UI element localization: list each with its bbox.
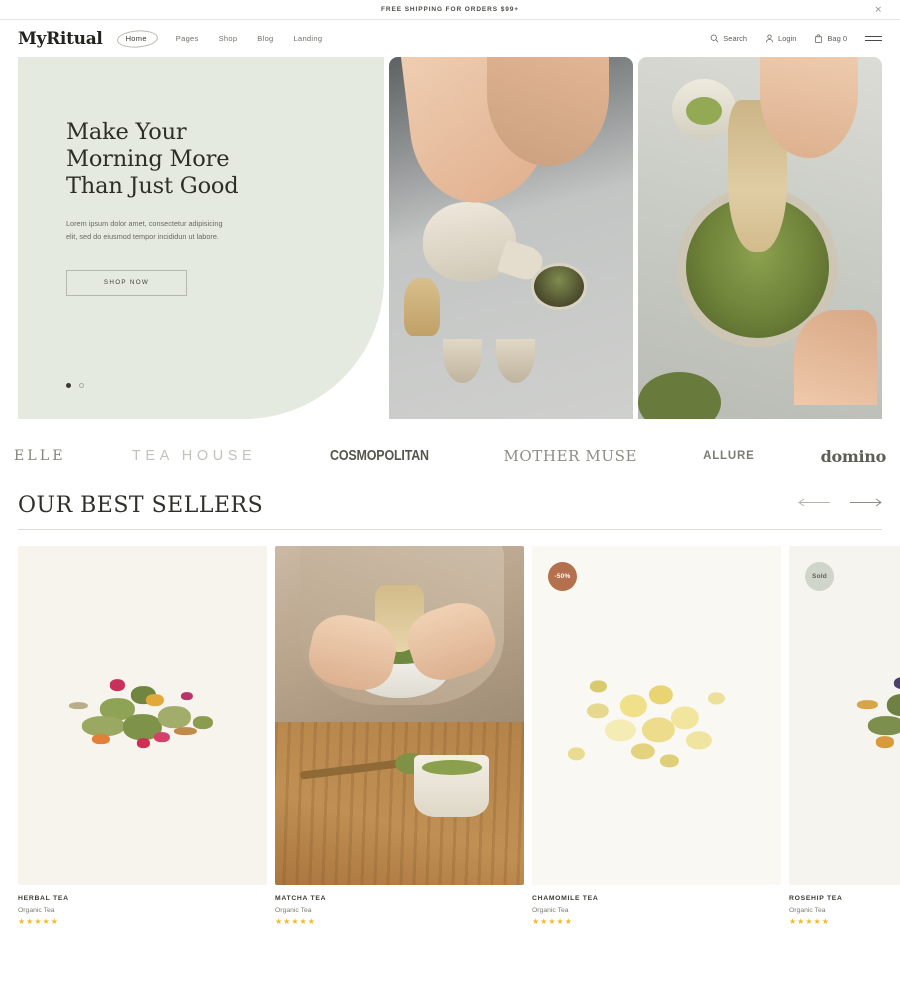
bag-icon	[814, 34, 823, 43]
hero-text-panel: Make Your Morning More Than Just Good Lo…	[18, 57, 384, 419]
product-name: ROSEHIP TEA	[789, 895, 843, 902]
product-card-matcha-tea[interactable]: MATCHA TEA Organic Tea ★ ★ ★ ★ ★	[275, 546, 524, 926]
product-category: Organic Tea	[275, 907, 312, 914]
product-meta-matcha-tea: MATCHA TEA Organic Tea ★ ★ ★ ★ ★	[275, 885, 524, 926]
product-card-herbal-tea[interactable]: HERBAL TEA Organic Tea ★ ★ ★ ★ ★	[18, 546, 267, 926]
bag-label: Bag 0	[827, 34, 847, 43]
page-root: FREE SHIPPING FOR ORDERS $99+ ✕ MyRitual…	[0, 0, 900, 984]
product-rating: ★ ★ ★ ★ ★	[18, 917, 58, 926]
main-navigation: Home Pages Shop Blog Landing	[117, 30, 323, 47]
nav-item-home[interactable]: Home	[117, 30, 156, 47]
product-card-rosehip-tea[interactable]: Sold ROSEHIP TEA Organic Tea ★ ★ ★ ★ ★	[789, 546, 900, 926]
search-icon	[710, 34, 719, 43]
product-category: Organic Tea	[18, 907, 55, 914]
search-button[interactable]: Search	[710, 34, 747, 43]
hamburger-menu-icon[interactable]	[865, 36, 882, 41]
product-name: CHAMOMILE TEA	[532, 895, 599, 902]
product-category: Organic Tea	[789, 907, 826, 914]
herbal-tea-leaves	[45, 671, 239, 773]
carousel-controls	[798, 494, 882, 518]
status-badge-sold: Sold	[805, 562, 834, 591]
brand-logo-allure: ALLURE	[703, 450, 755, 462]
bag-button[interactable]: Bag 0	[814, 34, 847, 43]
product-rating: ★ ★ ★ ★ ★	[789, 917, 829, 926]
product-image-rosehip-tea: Sold	[789, 546, 900, 885]
brand-logo-domino: domino	[820, 446, 887, 466]
hero-dot-1[interactable]	[66, 383, 71, 388]
hero-subtext: Lorem ipsum dolor amet, consectetur adip…	[66, 219, 223, 241]
product-carousel[interactable]: HERBAL TEA Organic Tea ★ ★ ★ ★ ★ MATCHA TEA	[0, 530, 900, 926]
header-actions: Search Login Bag 0	[710, 34, 882, 43]
hero-image-teapot	[389, 57, 633, 419]
arrow-right-icon[interactable]	[849, 494, 882, 512]
status-badge-sale: -50%	[548, 562, 577, 591]
hero-pagination	[66, 383, 84, 388]
brand-logo-cosmopolitan: COSMOPOLITAN	[330, 448, 430, 464]
product-meta-rosehip-tea: ROSEHIP TEA Organic Tea ★ ★ ★ ★ ★	[789, 885, 900, 926]
best-sellers-header: OUR BEST SELLERS	[0, 493, 900, 529]
close-icon[interactable]: ✕	[874, 5, 882, 14]
product-name: HERBAL TEA	[18, 895, 69, 902]
nav-item-blog[interactable]: Blog	[257, 34, 273, 43]
hero-image-matcha-whisk	[638, 57, 882, 419]
search-label: Search	[723, 34, 748, 43]
user-icon	[765, 34, 774, 43]
shop-now-button[interactable]: SHOP NOW	[66, 269, 187, 296]
product-image-matcha-tea	[275, 546, 524, 885]
brand-logo-elle: ELLE	[14, 448, 66, 464]
rosehip-leaves	[831, 671, 900, 773]
site-header: MyRitual Home Pages Shop Blog Landing Se…	[0, 20, 900, 57]
login-label: Login	[778, 34, 797, 43]
product-image-chamomile-tea: -50%	[532, 546, 781, 885]
hero-dot-2[interactable]	[79, 383, 84, 388]
arrow-left-icon[interactable]	[798, 494, 831, 512]
product-name: MATCHA TEA	[275, 895, 327, 902]
brand-logos-row: ELLE TEA HOUSE COSMOPOLITAN MOTHER MUSE …	[0, 419, 900, 493]
nav-item-pages[interactable]: Pages	[176, 34, 199, 43]
announcement-bar: FREE SHIPPING FOR ORDERS $99+ ✕	[0, 0, 900, 19]
product-image-herbal-tea	[18, 546, 267, 885]
product-meta-chamomile-tea: CHAMOMILE TEA Organic Tea ★ ★ ★ ★ ★	[532, 885, 781, 926]
section-title: OUR BEST SELLERS	[18, 493, 264, 518]
product-rating: ★ ★ ★ ★ ★	[275, 917, 315, 926]
product-rating: ★ ★ ★ ★ ★	[532, 917, 572, 926]
announcement-text: FREE SHIPPING FOR ORDERS $99+	[381, 6, 519, 13]
chamomile-flowers	[564, 671, 748, 786]
site-logo[interactable]: MyRitual	[18, 29, 103, 49]
nav-item-shop[interactable]: Shop	[219, 34, 238, 43]
hero-heading: Make Your Morning More Than Just Good	[66, 119, 239, 199]
login-button[interactable]: Login	[765, 34, 796, 43]
hero-slider: Make Your Morning More Than Just Good Lo…	[18, 57, 882, 419]
product-card-chamomile-tea[interactable]: -50% CHAMOMILE TEA Organic Tea ★ ★ ★ ★ ★	[532, 546, 781, 926]
nav-item-landing[interactable]: Landing	[294, 34, 323, 43]
product-meta-herbal-tea: HERBAL TEA Organic Tea ★ ★ ★ ★ ★	[18, 885, 267, 926]
brand-logo-mother-muse: MOTHER MUSE	[503, 447, 638, 465]
brand-logo-tea-house: TEA HOUSE	[131, 448, 257, 464]
product-category: Organic Tea	[532, 907, 569, 914]
